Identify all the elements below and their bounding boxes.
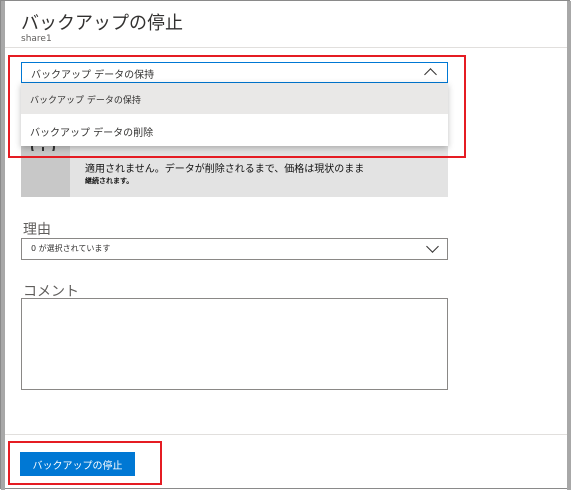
reason-label: 理由 [23, 222, 51, 238]
highlight-annotation-dropdown [8, 55, 466, 158]
reason-dropdown[interactable]: 0 が選択されています [21, 238, 448, 260]
info-message-line1: 適用されません。データが削除されるまで、価格は現状のまま [85, 164, 365, 175]
stop-backup-panel: バックアップの停止 share1 適用されません。データが削除されるまで、価格は… [0, 0, 571, 490]
info-message-line2: 継続されます。 [85, 177, 134, 185]
vertical-scrollbar[interactable] [567, 1, 571, 490]
comment-textarea[interactable] [21, 298, 448, 390]
footer-divider [5, 434, 567, 435]
chevron-down-icon [426, 240, 439, 253]
page-subtitle: share1 [21, 34, 52, 44]
highlight-annotation-button [8, 441, 162, 485]
reason-selected-value: 0 が選択されています [31, 244, 111, 253]
panel-left-edge [1, 1, 5, 490]
page-title: バックアップの停止 [21, 13, 183, 34]
title-divider [5, 47, 567, 48]
